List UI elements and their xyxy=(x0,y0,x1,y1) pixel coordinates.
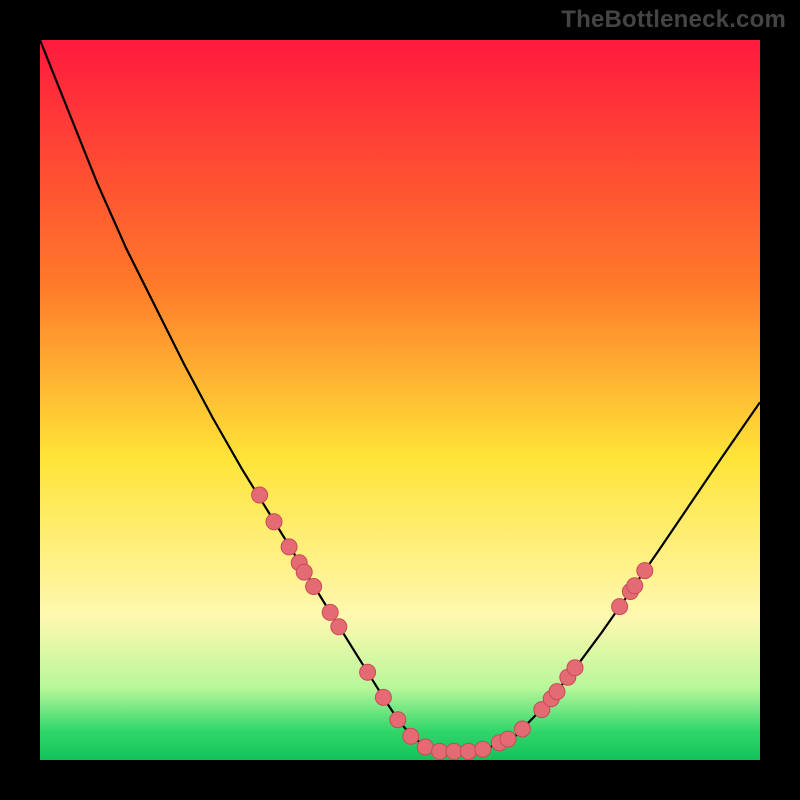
data-marker xyxy=(390,712,406,728)
data-marker xyxy=(417,739,433,755)
data-marker xyxy=(322,604,338,620)
data-marker xyxy=(252,487,268,503)
data-marker xyxy=(612,599,628,615)
data-marker xyxy=(500,731,516,747)
data-marker xyxy=(403,728,419,744)
plot-area xyxy=(40,40,760,760)
gradient-background xyxy=(40,40,760,760)
data-marker xyxy=(567,660,583,676)
data-marker xyxy=(306,579,322,595)
bottleneck-chart xyxy=(40,40,760,760)
data-marker xyxy=(446,743,462,759)
data-marker xyxy=(460,743,476,759)
data-marker xyxy=(627,578,643,594)
data-marker xyxy=(514,721,530,737)
data-marker xyxy=(637,563,653,579)
data-marker xyxy=(266,514,282,530)
data-marker xyxy=(375,689,391,705)
chart-frame: TheBottleneck.com xyxy=(0,0,800,800)
data-marker xyxy=(331,619,347,635)
data-marker xyxy=(360,664,376,680)
data-marker xyxy=(296,564,312,580)
data-marker xyxy=(281,539,297,555)
data-marker xyxy=(475,741,491,757)
data-marker xyxy=(549,684,565,700)
watermark-text: TheBottleneck.com xyxy=(561,6,786,34)
data-marker xyxy=(432,743,448,759)
